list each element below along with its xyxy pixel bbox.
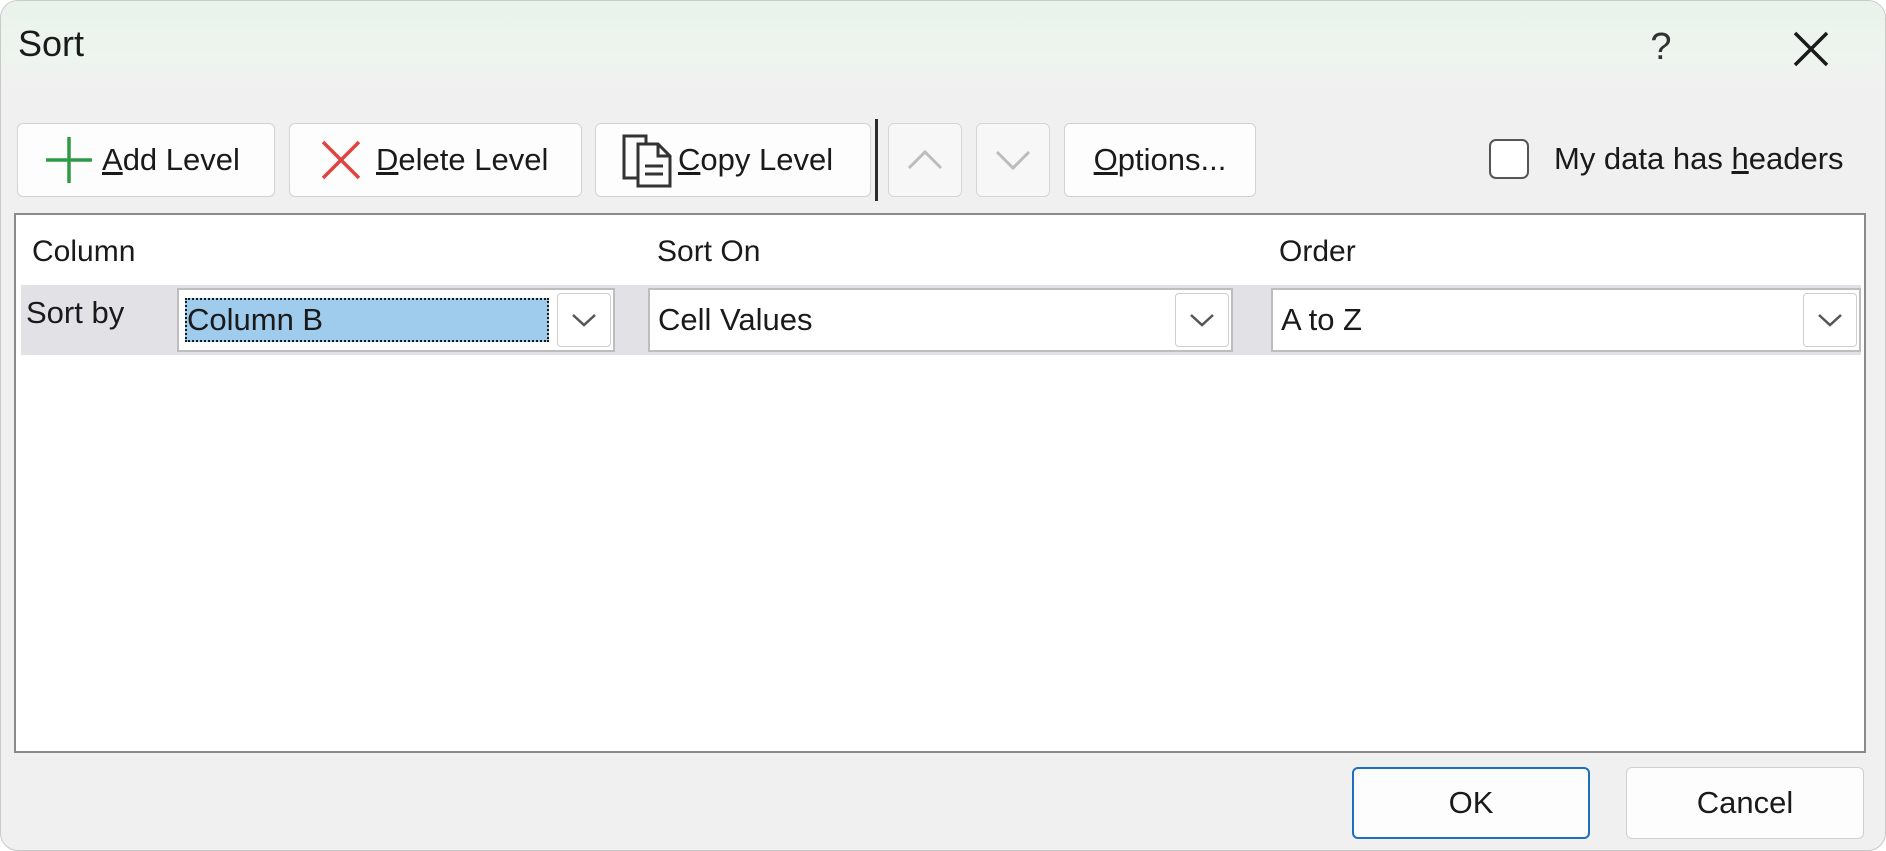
- ok-button[interactable]: OK: [1352, 767, 1590, 839]
- headers-label-prefix: My data has: [1554, 141, 1732, 176]
- copy-document-icon: [622, 134, 672, 188]
- sort-on-dropdown-button[interactable]: [1175, 293, 1229, 347]
- add-level-label: dd Level: [122, 142, 240, 177]
- close-icon: [1793, 31, 1829, 67]
- chevron-down-icon: [572, 314, 596, 327]
- options-label: ptions...: [1117, 142, 1227, 177]
- options-button[interactable]: Options...: [1064, 123, 1256, 197]
- headers-label-suffix: eaders: [1748, 141, 1844, 176]
- order-select-value: A to Z: [1281, 302, 1362, 337]
- column-header-column: Column: [32, 235, 136, 268]
- title-bar: Sort ?: [1, 1, 1885, 95]
- copy-level-button[interactable]: Copy Level: [595, 123, 871, 197]
- sort-levels-grid: Column Sort On Order Sort by Column B Ce…: [14, 213, 1866, 753]
- delete-x-icon: [321, 140, 361, 180]
- column-header-order: Order: [1279, 235, 1356, 268]
- sort-on-select-value: Cell Values: [658, 302, 813, 337]
- close-button[interactable]: [1783, 21, 1839, 77]
- delete-level-button[interactable]: Delete Level: [289, 123, 582, 197]
- copy-level-label: opy Level: [700, 142, 834, 177]
- cancel-button[interactable]: Cancel: [1626, 767, 1864, 839]
- sort-dialog: Sort ? Add Level Delete Level Copy Level…: [0, 0, 1886, 851]
- chevron-down-icon: [1190, 314, 1214, 327]
- add-level-mnemonic: A: [102, 142, 123, 177]
- sort-on-select[interactable]: Cell Values: [648, 288, 1233, 352]
- plus-icon: [46, 137, 92, 183]
- chevron-up-icon: [907, 149, 943, 170]
- headers-label-mnemonic: h: [1731, 141, 1749, 176]
- chevron-down-icon: [1818, 314, 1842, 327]
- dialog-title: Sort: [18, 23, 85, 64]
- add-level-button[interactable]: Add Level: [17, 123, 275, 197]
- toolbar-divider: [875, 119, 878, 201]
- copy-level-mnemonic: C: [678, 142, 701, 177]
- my-data-has-headers-label[interactable]: My data has headers: [1554, 141, 1844, 177]
- options-mnemonic: O: [1093, 142, 1118, 177]
- sort-by-label: Sort by: [26, 295, 125, 330]
- column-select-value: Column B: [185, 298, 549, 342]
- help-button[interactable]: ?: [1641, 19, 1681, 75]
- column-dropdown-button[interactable]: [557, 293, 611, 347]
- delete-level-label: elete Level: [398, 142, 549, 177]
- order-select[interactable]: A to Z: [1271, 288, 1861, 352]
- move-up-button[interactable]: [888, 123, 962, 197]
- move-down-button[interactable]: [976, 123, 1050, 197]
- column-header-sort-on: Sort On: [657, 235, 761, 268]
- my-data-has-headers-checkbox[interactable]: [1489, 139, 1529, 179]
- chevron-down-icon: [995, 150, 1031, 171]
- delete-level-mnemonic: D: [376, 142, 399, 177]
- order-dropdown-button[interactable]: [1803, 293, 1857, 347]
- column-select[interactable]: Column B: [177, 288, 615, 352]
